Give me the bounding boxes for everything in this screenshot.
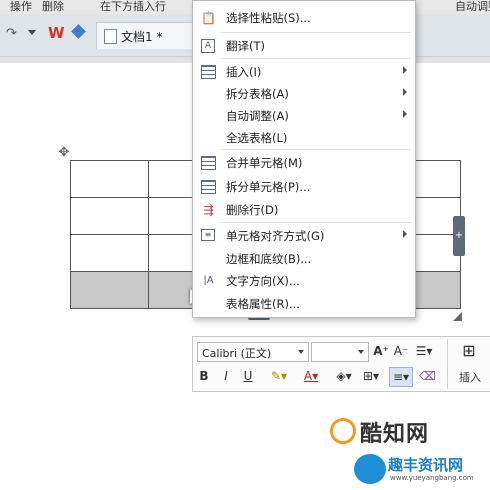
highlight-icon[interactable]: ✎▾ xyxy=(269,367,289,385)
tab-document[interactable]: 文档1 * xyxy=(96,22,198,49)
text-direction-icon: |A xyxy=(203,275,214,286)
watermark-brand-2: 趣丰资讯网 xyxy=(388,456,464,474)
shading-icon[interactable]: ◈▾ xyxy=(333,367,355,385)
submenu-arrow-icon xyxy=(403,110,407,118)
border-icon[interactable]: ⊞▾ xyxy=(361,367,381,385)
menu-item-paste-special[interactable]: 📋 选择性粘贴(S)... xyxy=(193,7,415,29)
paste-special-icon: 📋 xyxy=(201,11,216,25)
menu-item-split-cells[interactable]: 拆分单元格(P)... xyxy=(193,176,415,198)
menu-item-cell-alignment[interactable]: ≡ 单元格对齐方式(G) xyxy=(193,225,415,247)
menu-item-label: 删除行(D) xyxy=(226,203,279,217)
wps-logo-icon[interactable]: W xyxy=(48,24,65,42)
menu-item-label: 全选表格(L) xyxy=(226,131,288,145)
menu-item-label: 拆分表格(A) xyxy=(226,87,289,101)
context-menu: 📋 选择性粘贴(S)... A 翻译(T) 插入(I) 拆分表格(A) 自动调整… xyxy=(192,0,416,318)
cell-align-icon: ≡ xyxy=(201,229,215,241)
insert-table-icon[interactable]: ⊞ xyxy=(459,342,479,362)
insert-button[interactable]: 插入 xyxy=(451,369,489,387)
menu-separator xyxy=(221,32,411,33)
watermark-logo-icon xyxy=(330,418,356,444)
font-color-icon[interactable]: A▾ xyxy=(301,367,321,385)
menu-item-borders-shading[interactable]: 边框和底纹(B)... xyxy=(193,248,415,270)
menu-item-label: 边框和底纹(B)... xyxy=(226,252,312,266)
translate-icon: A xyxy=(201,39,215,53)
menu-item-label: 翻译(T) xyxy=(226,39,265,53)
menu-item-insert[interactable]: 插入(I) xyxy=(193,61,415,83)
menu-item-table-properties[interactable]: 表格属性(R)... xyxy=(193,293,415,315)
watermark-logo-2-icon xyxy=(354,454,386,484)
toolbar-autofit-button[interactable]: 自动调整 xyxy=(455,0,490,14)
toolbar-insert-row-below-button[interactable]: 在下方插入行 xyxy=(100,0,166,14)
shrink-font-icon[interactable]: A⁻ xyxy=(393,342,409,360)
menu-separator xyxy=(221,58,411,59)
merge-cells-icon xyxy=(201,156,216,170)
menu-item-label: 自动调整(A) xyxy=(226,109,289,123)
font-family-value: Calibri (正文) xyxy=(202,347,272,360)
menu-item-label: 拆分单元格(P)... xyxy=(226,180,311,194)
submenu-arrow-icon xyxy=(403,88,407,96)
split-cells-icon xyxy=(201,180,216,194)
align-icon[interactable]: ≡▾ xyxy=(389,367,413,387)
undo-icon[interactable]: ↷ xyxy=(6,26,17,41)
font-family-select[interactable]: Calibri (正文) xyxy=(197,342,309,362)
menu-item-split-table[interactable]: 拆分表格(A) xyxy=(193,83,415,105)
submenu-arrow-icon xyxy=(403,230,407,238)
line-spacing-icon[interactable]: ☰▾ xyxy=(413,342,435,360)
mini-toolbar: Calibri (正文) A⁺ A⁻ ☰▾ B I U ✎▾ A▾ ◈▾ ⊞▾ … xyxy=(192,336,490,392)
menu-separator xyxy=(221,222,411,223)
chevron-down-icon xyxy=(298,350,304,354)
table-insert-icon xyxy=(201,65,216,79)
font-size-select[interactable] xyxy=(311,342,369,362)
menu-item-text-direction[interactable]: |A 文字方向(X)... xyxy=(193,270,415,292)
menu-item-label: 合并单元格(M) xyxy=(226,156,303,170)
menu-item-translate[interactable]: A 翻译(T) xyxy=(193,35,415,57)
toolbar-delete-button[interactable]: 删除 xyxy=(42,0,64,14)
menu-item-merge-cells[interactable]: 合并单元格(M) xyxy=(193,152,415,174)
menu-item-delete-row[interactable]: ⇶ 删除行(D) xyxy=(193,199,415,221)
bold-button[interactable]: B xyxy=(197,367,211,385)
menu-item-label: 选择性粘贴(S)... xyxy=(226,11,311,25)
submenu-arrow-icon xyxy=(403,66,407,74)
watermark-url: www.yueyangbang.com xyxy=(390,474,474,482)
delete-row-icon: ⇶ xyxy=(203,203,214,217)
menu-item-autofit[interactable]: 自动调整(A) xyxy=(193,105,415,127)
document-icon xyxy=(104,29,117,44)
underline-button[interactable]: U xyxy=(241,367,255,385)
watermark-brand-1: 酷知网 xyxy=(360,422,430,447)
menu-item-label: 单元格对齐方式(G) xyxy=(226,229,325,243)
table-move-handle-icon[interactable]: ✥ xyxy=(57,146,71,160)
add-column-button[interactable]: + xyxy=(453,216,465,256)
menu-separator xyxy=(221,149,411,150)
toolbar-item-1[interactable]: 操作 xyxy=(10,0,32,14)
menu-item-label: 插入(I) xyxy=(226,65,262,79)
menu-item-select-table[interactable]: 全选表格(L) xyxy=(193,127,415,149)
dropdown-icon[interactable] xyxy=(28,30,36,35)
eraser-icon[interactable]: ⌫ xyxy=(419,367,436,385)
menu-item-label: 表格属性(R)... xyxy=(226,297,300,311)
italic-button[interactable]: I xyxy=(219,367,233,385)
tab-document-label: 文档1 * xyxy=(121,30,163,44)
watermark: 酷知网 趣丰资讯网 www.yueyangbang.com xyxy=(330,418,490,490)
cube-icon[interactable] xyxy=(71,24,86,39)
grow-font-icon[interactable]: A⁺ xyxy=(373,342,389,360)
toolbar-divider xyxy=(447,339,448,389)
menu-item-label: 文字方向(X)... xyxy=(226,274,300,288)
chevron-down-icon xyxy=(358,350,364,354)
